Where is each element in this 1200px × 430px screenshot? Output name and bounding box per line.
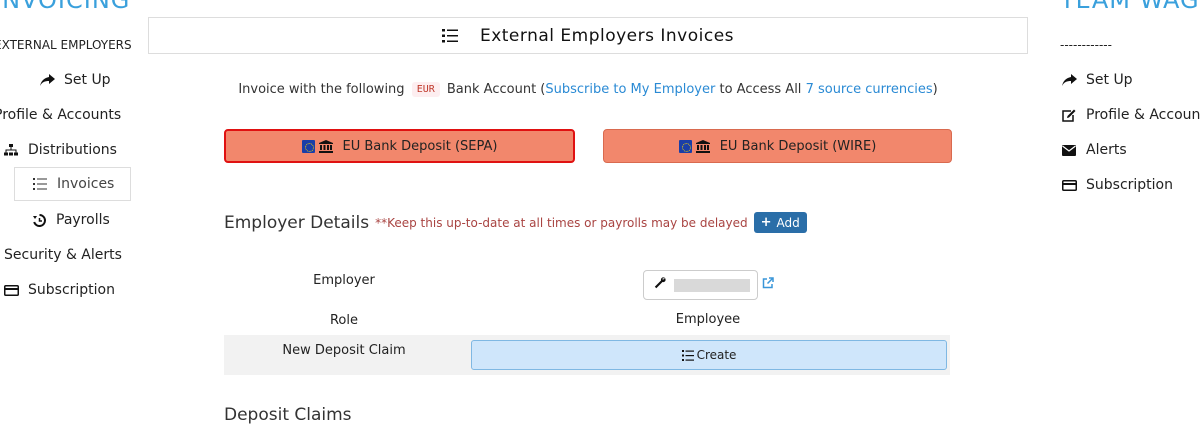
right-sidebar-separator: ------------: [1060, 38, 1112, 52]
sidebar-item-label: Invoices: [57, 176, 115, 192]
employer-details-heading: Employer Details: [224, 212, 370, 233]
create-button-label: Create: [696, 348, 737, 362]
share-arrow-icon: [1060, 74, 1078, 86]
sidebar-item-label: Security & Alerts: [4, 247, 122, 263]
right-item-profile-accounts[interactable]: Profile & Accounts: [1060, 98, 1200, 132]
employer-name-redacted: [674, 278, 750, 292]
deposit-claims-heading: Deposit Claims: [224, 405, 352, 425]
role-value: Employee: [675, 312, 741, 327]
employer-label: Employer: [313, 273, 375, 288]
right-item-alerts[interactable]: Alerts: [1060, 133, 1127, 167]
sidebar-item-security-alerts[interactable]: Security & Alerts: [4, 238, 122, 272]
credit-card-icon: [2, 284, 20, 296]
subscribe-link[interactable]: Subscribe to My Employer: [545, 82, 715, 97]
new-deposit-claim-label: New Deposit Claim: [282, 343, 406, 358]
external-link-icon[interactable]: [762, 277, 774, 289]
history-icon: [30, 213, 48, 227]
bank-account-text: Bank Account (: [446, 82, 546, 97]
envelope-icon: [1060, 144, 1078, 156]
sepa-deposit-label: EU Bank Deposit (SEPA): [342, 138, 498, 154]
plus-icon: +: [760, 215, 772, 230]
right-item-subscription[interactable]: Subscription: [1060, 168, 1173, 202]
right-item-label: Alerts: [1086, 142, 1127, 158]
wire-deposit-label: EU Bank Deposit (WIRE): [719, 138, 877, 154]
employer-details-warning: **Keep this up-to-date at all times or p…: [375, 215, 748, 230]
list-icon: [681, 349, 694, 361]
eu-flag-icon: [678, 139, 692, 153]
right-item-label: Profile & Accounts: [1086, 107, 1200, 123]
sidebar-item-label: Profile & Accounts: [0, 107, 122, 123]
eu-flag-icon: [301, 139, 315, 153]
close-paren: ): [932, 82, 938, 97]
sidebar-item-payrolls[interactable]: Payrolls: [30, 203, 110, 237]
list-icon: [31, 178, 49, 190]
add-employer-button[interactable]: + Add: [753, 212, 807, 233]
currency-badge: EUR: [411, 82, 440, 97]
invoice-account-line: Invoice with the following EUR Bank Acco…: [148, 82, 1028, 97]
sidebar-item-subscription[interactable]: Subscription: [2, 273, 115, 307]
list-icon: [441, 28, 458, 43]
access-text: to Access All: [719, 82, 802, 97]
wrench-icon: [654, 277, 666, 293]
sidebar-item-label: Payrolls: [56, 212, 110, 228]
right-sidebar: ------------ Set Up Profile & Accounts A…: [1050, 0, 1200, 430]
page-title-bar: External Employers Invoices: [148, 17, 1028, 54]
sidebar-item-invoices[interactable]: Invoices: [14, 167, 131, 201]
sidebar-item-label: Subscription: [28, 282, 115, 298]
sidebar-item-profile-accounts[interactable]: Profile & Accounts: [0, 98, 121, 132]
invoice-prefix: Invoice with the following: [238, 82, 405, 97]
role-label: Role: [329, 313, 358, 328]
employer-select-field[interactable]: [643, 270, 758, 300]
credit-card-icon: [1060, 179, 1078, 191]
add-button-label: Add: [776, 215, 800, 230]
left-sidebar: EXTERNAL EMPLOYERS Set Up Profile & Acco…: [0, 0, 140, 430]
sitemap-icon: [2, 144, 20, 156]
sidebar-item-set-up[interactable]: Set Up: [38, 63, 111, 97]
sidebar-item-label: Set Up: [64, 72, 111, 88]
edit-icon: [1060, 109, 1078, 122]
right-item-label: Set Up: [1086, 72, 1133, 88]
right-item-set-up[interactable]: Set Up: [1060, 63, 1133, 97]
share-arrow-icon: [38, 74, 56, 86]
bank-icon: [318, 139, 333, 153]
bank-icon: [695, 139, 710, 153]
sidebar-item-label: Distributions: [28, 142, 117, 158]
page-title: External Employers Invoices: [479, 25, 735, 46]
sidebar-item-distributions[interactable]: Distributions: [2, 133, 117, 167]
sidebar-heading: EXTERNAL EMPLOYERS: [0, 38, 132, 52]
source-currencies-link[interactable]: 7 source currencies: [806, 82, 933, 97]
wire-deposit-button[interactable]: EU Bank Deposit (WIRE): [603, 129, 952, 163]
sepa-deposit-button[interactable]: EU Bank Deposit (SEPA): [224, 129, 575, 163]
employer-details-header: Employer Details **Keep this up-to-date …: [224, 212, 807, 233]
right-item-label: Subscription: [1086, 177, 1173, 193]
create-claim-button[interactable]: Create: [471, 340, 947, 370]
